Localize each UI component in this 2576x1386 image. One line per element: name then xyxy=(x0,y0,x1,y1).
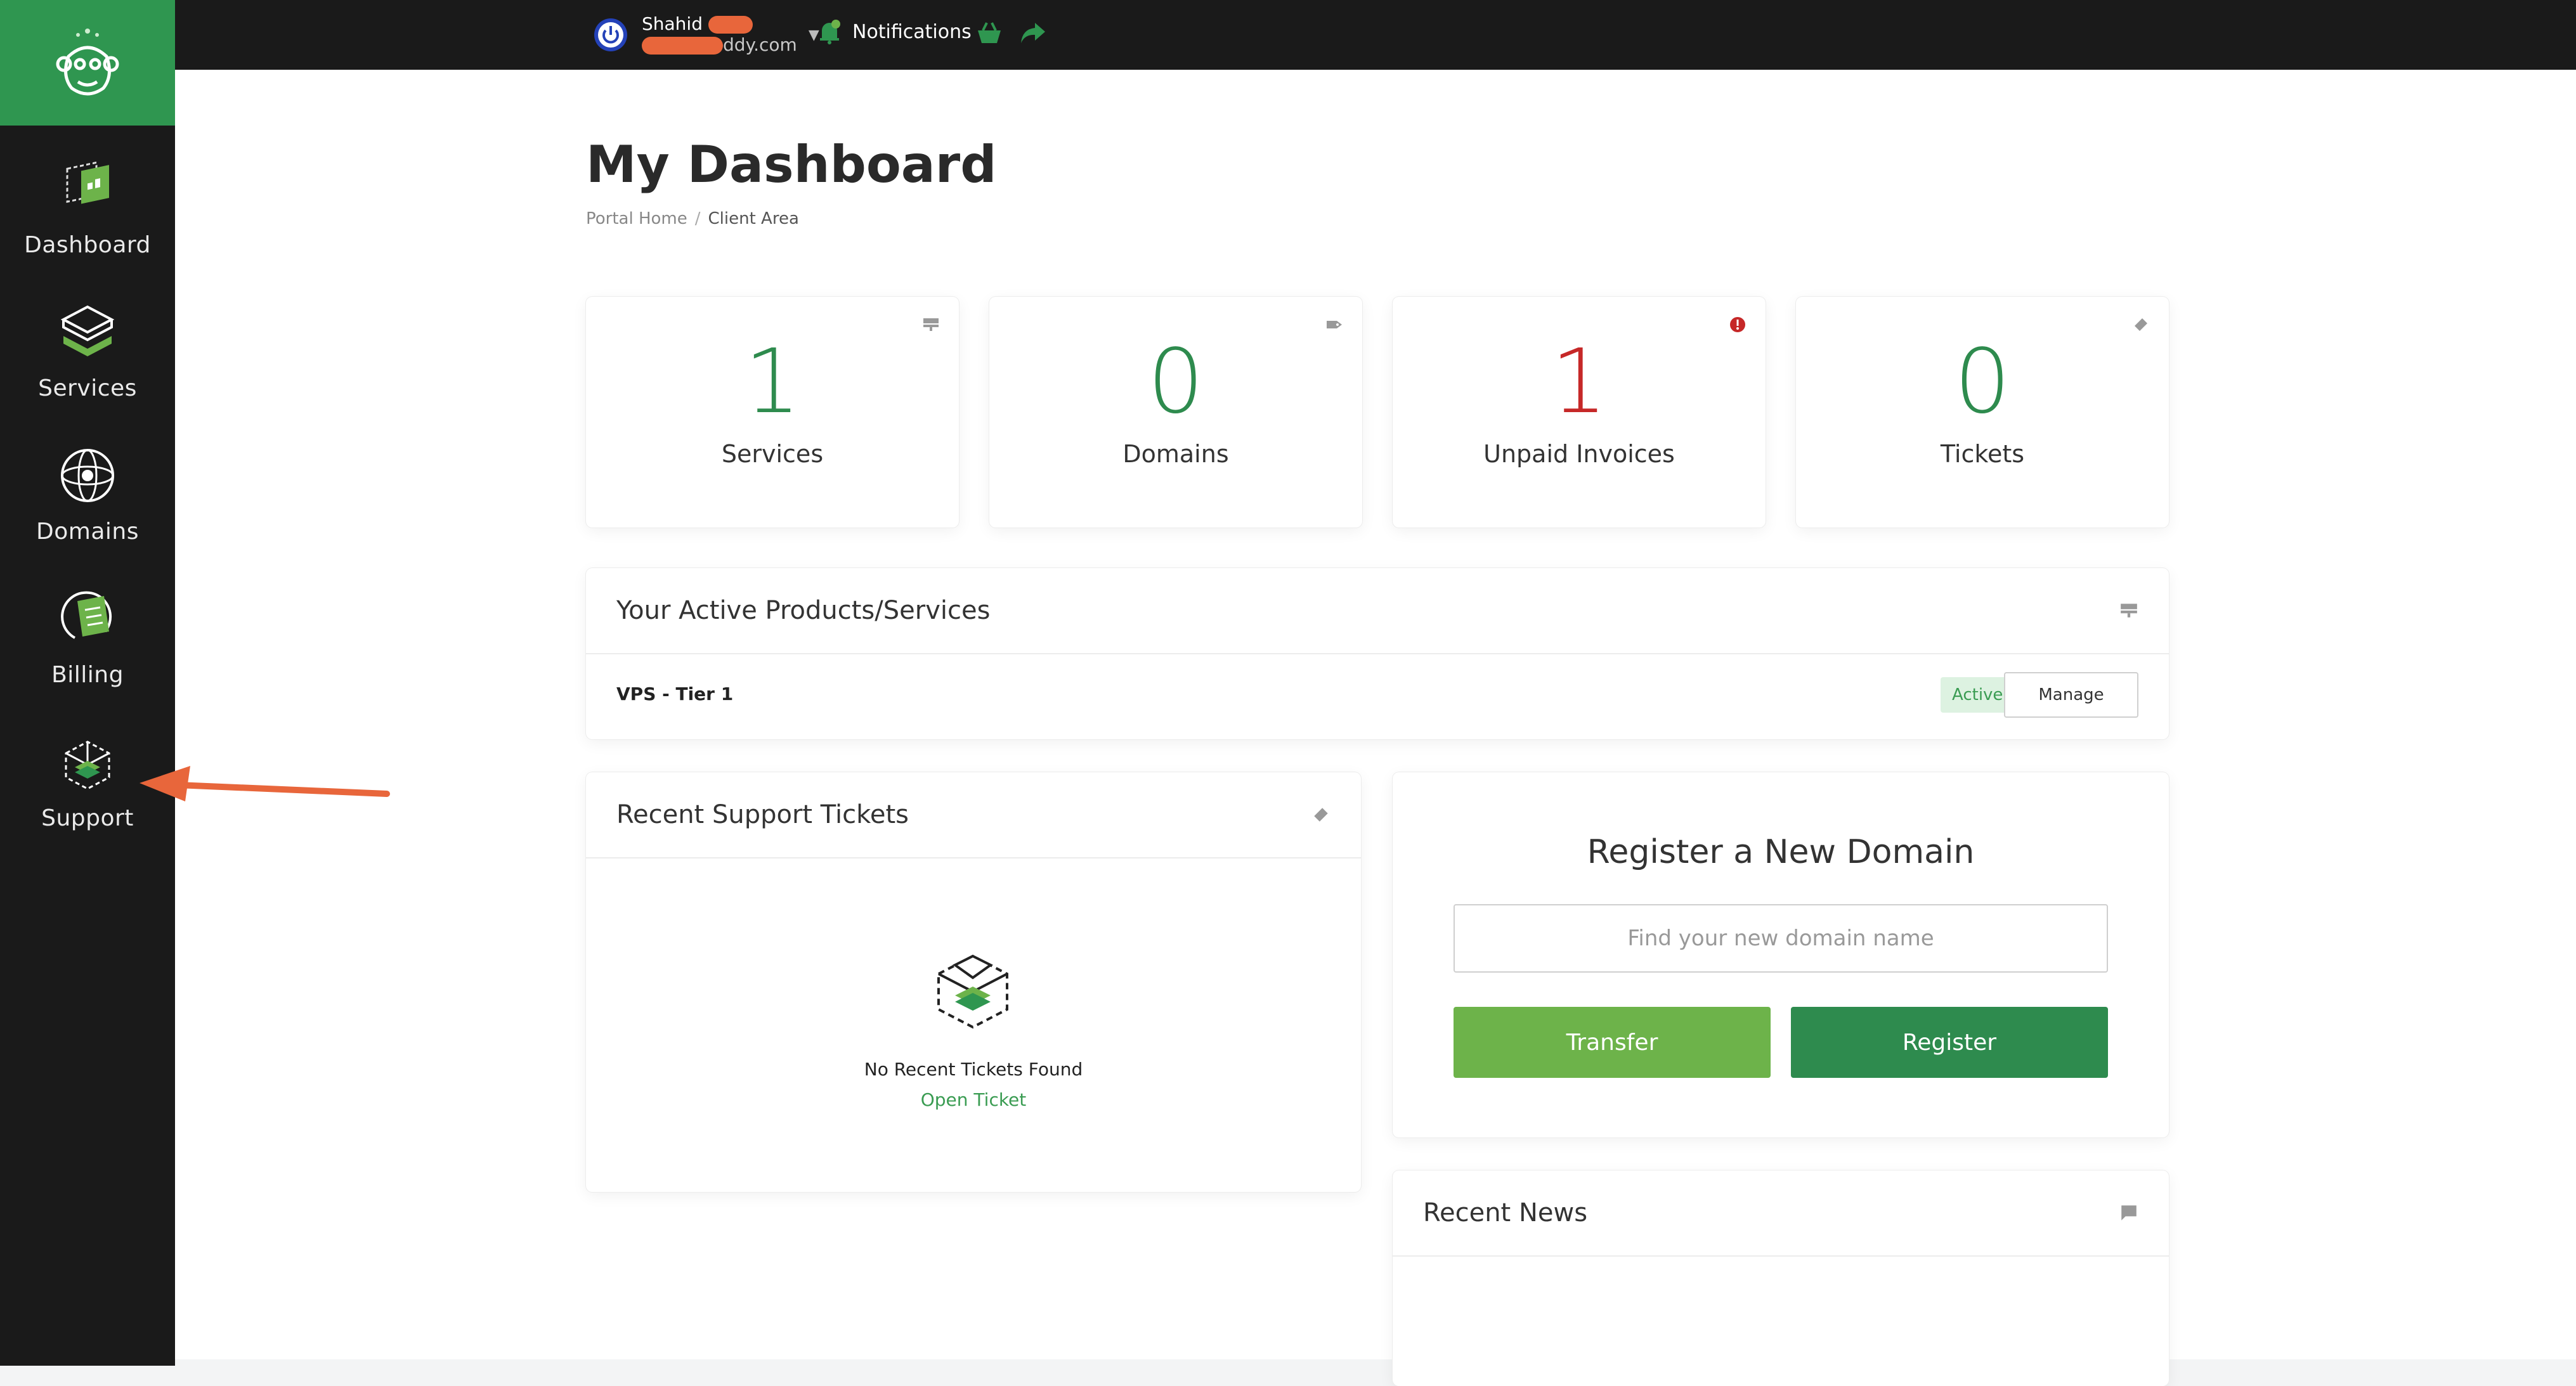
comment-icon xyxy=(2121,1205,2137,1221)
panel-header: Your Active Products/Services xyxy=(586,568,2169,654)
stat-value: 0 xyxy=(1954,330,2011,434)
register-button[interactable]: Register xyxy=(1791,1007,2108,1078)
panel-title: Recent Support Tickets xyxy=(616,800,909,829)
sidebar-item-services[interactable]: Services xyxy=(0,289,175,429)
notifications-button[interactable]: Notifications xyxy=(816,18,972,46)
annotation-arrow xyxy=(140,766,390,801)
notifications-label: Notifications xyxy=(852,20,972,43)
panel-header: Recent News xyxy=(1393,1170,2169,1257)
recent-news-panel: Recent News xyxy=(1393,1170,2169,1386)
power-icon xyxy=(594,18,627,51)
sidebar-item-label: Billing xyxy=(51,662,124,688)
stat-value: 0 xyxy=(1147,330,1204,434)
shopping-basket-icon[interactable] xyxy=(975,19,1003,47)
ticket-icon xyxy=(1314,808,1328,822)
billing-icon xyxy=(61,591,112,639)
sidebar-item-dashboard[interactable]: Dashboard xyxy=(0,146,175,285)
breadcrumb-separator: / xyxy=(694,209,701,228)
recent-tickets-panel: Recent Support Tickets No Recent Tickets… xyxy=(586,772,1361,1192)
stat-label: Domains xyxy=(1122,440,1229,468)
sidebar-item-label: Dashboard xyxy=(24,232,151,258)
redaction-mark xyxy=(642,37,723,55)
user-name: Shahid xyxy=(642,13,703,34)
stat-label: Unpaid Invoices xyxy=(1483,440,1675,468)
stat-value: 1 xyxy=(744,330,801,434)
panel-title: Recent News xyxy=(1423,1198,1588,1227)
dashboard-icon xyxy=(66,161,109,204)
page-title: My Dashboard xyxy=(586,135,997,194)
stat-card-services[interactable]: 1 Services xyxy=(586,297,959,528)
status-badge: Active xyxy=(1941,677,2015,713)
top-bar: Shahid ddy.com ▼ Notifications xyxy=(175,0,2576,70)
sidebar: Dashboard Services Domains Billing Suppo… xyxy=(0,0,175,1366)
support-box-icon xyxy=(65,741,110,790)
empty-state-text: No Recent Tickets Found xyxy=(864,1059,1083,1080)
transfer-button[interactable]: Transfer xyxy=(1454,1007,1771,1078)
sidebar-item-domains[interactable]: Domains xyxy=(0,432,175,572)
panel-title: Your Active Products/Services xyxy=(616,596,991,625)
services-stack-icon xyxy=(60,305,115,356)
share-arrow-icon[interactable] xyxy=(1018,19,1046,47)
stat-label: Tickets xyxy=(1940,440,2025,468)
stat-label: Services xyxy=(721,440,824,468)
globe-icon xyxy=(61,449,114,502)
stat-card-domains[interactable]: 0 Domains xyxy=(989,297,1362,528)
register-domain-title: Register a New Domain xyxy=(1587,833,1975,871)
stat-card-tickets[interactable]: 0 Tickets xyxy=(1796,297,2169,528)
sidebar-item-label: Support xyxy=(41,805,134,831)
sidebar-item-billing[interactable]: Billing xyxy=(0,576,175,715)
domain-search-input[interactable] xyxy=(1454,904,2108,973)
server-icon xyxy=(923,318,939,331)
panel-header: Recent Support Tickets xyxy=(586,772,1361,858)
stat-value: 1 xyxy=(1551,330,1608,434)
manage-button[interactable]: Manage xyxy=(2004,672,2138,718)
bell-icon xyxy=(820,20,840,44)
user-menu[interactable]: Shahid ddy.com ▼ xyxy=(594,11,819,58)
register-domain-panel: Register a New Domain Transfer Register xyxy=(1393,772,2169,1137)
product-name[interactable]: VPS - Tier 1 xyxy=(616,683,733,704)
breadcrumb: Portal Home / Client Area xyxy=(586,209,799,228)
server-icon xyxy=(2121,604,2137,618)
redaction-mark xyxy=(708,16,753,34)
user-email: ddy.com xyxy=(723,34,797,55)
ticket-icon xyxy=(2135,318,2147,331)
active-products-panel: Your Active Products/Services VPS - Tier… xyxy=(586,568,2169,739)
breadcrumb-current: Client Area xyxy=(708,209,799,228)
stat-card-unpaid-invoices[interactable]: 1 Unpaid Invoices xyxy=(1393,297,1766,528)
sidebar-item-label: Services xyxy=(38,375,137,401)
tag-icon xyxy=(1327,321,1342,328)
alert-icon xyxy=(1730,317,1745,332)
logo[interactable] xyxy=(0,0,175,126)
breadcrumb-home[interactable]: Portal Home xyxy=(586,209,687,228)
open-ticket-link[interactable]: Open Ticket xyxy=(586,1089,1361,1110)
monkey-logo-icon xyxy=(56,29,119,96)
empty-box-icon xyxy=(937,954,1008,1029)
sidebar-item-label: Domains xyxy=(36,519,139,545)
